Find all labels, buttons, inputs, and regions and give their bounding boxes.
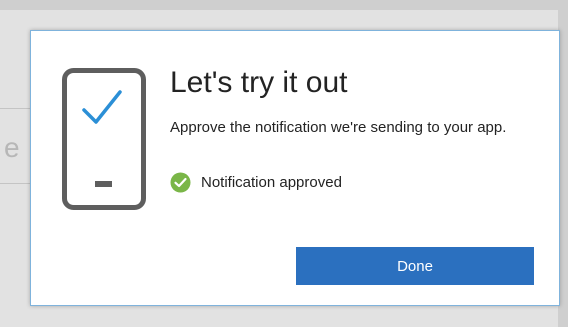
dialog-description: Approve the notification we're sending t… — [170, 119, 507, 136]
check-circle-icon — [170, 172, 191, 193]
status-text: Notification approved — [201, 174, 342, 191]
background-divider — [0, 183, 30, 184]
background-text-fragment: e — [4, 132, 20, 163]
phone-check-icon — [62, 68, 146, 215]
done-button[interactable]: Done — [296, 247, 534, 285]
notification-status: Notification approved — [170, 172, 342, 193]
background-divider — [0, 108, 30, 109]
dialog-title: Let's try it out — [170, 66, 348, 99]
